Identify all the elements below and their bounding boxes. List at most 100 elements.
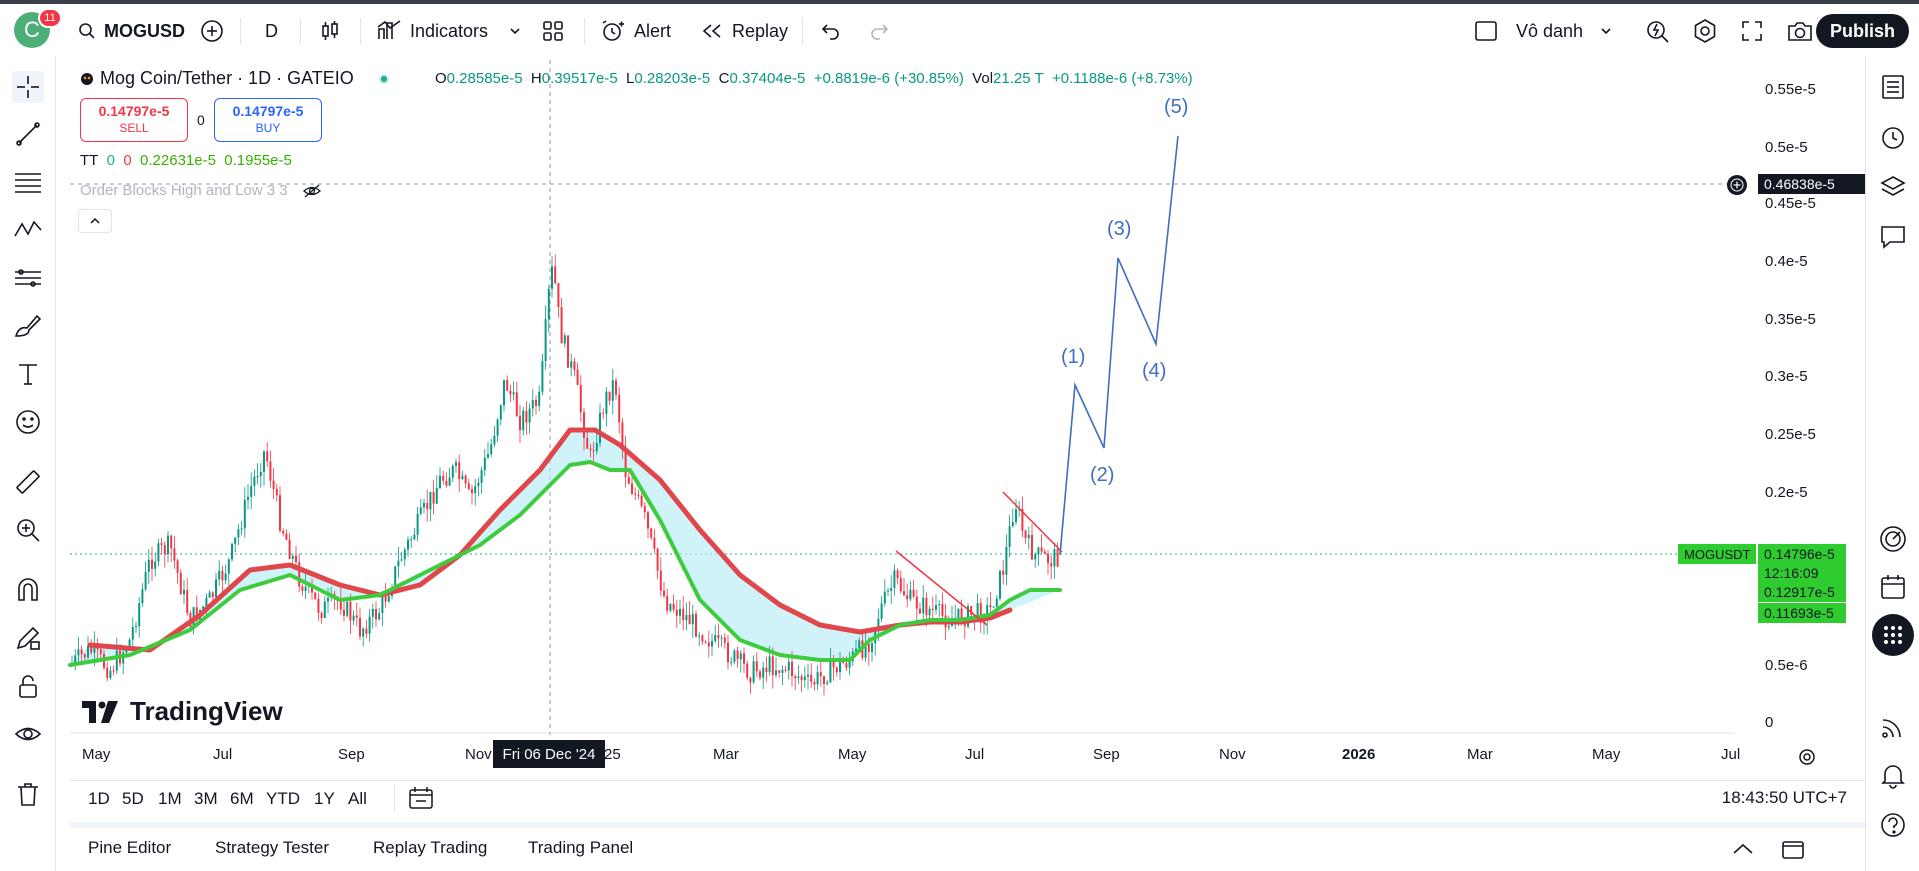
maximize-panel-button[interactable] xyxy=(1781,840,1805,865)
range-button-1d[interactable]: 1D xyxy=(88,789,110,809)
candle-body xyxy=(221,570,224,581)
tradingview-logo-text: TradingView xyxy=(130,696,283,726)
candle-body xyxy=(749,677,752,683)
candle-body xyxy=(1034,554,1037,560)
range-button-all[interactable]: All xyxy=(348,789,367,809)
wave-label: (5) xyxy=(1164,96,1189,118)
candle-body xyxy=(925,597,928,616)
candle-body xyxy=(179,572,182,595)
list-icon xyxy=(1882,75,1904,99)
candle-body xyxy=(675,609,678,616)
candle-body xyxy=(605,391,608,414)
candle-body xyxy=(679,608,681,616)
tab-strategy-tester[interactable]: Strategy Tester xyxy=(215,838,329,858)
chart-settings-button[interactable] xyxy=(1797,747,1817,772)
help-button[interactable] xyxy=(1876,808,1910,842)
alerts-button[interactable] xyxy=(1876,120,1910,154)
candle-body xyxy=(512,392,515,395)
volume-label: Vol xyxy=(972,70,994,87)
chat-button[interactable] xyxy=(1876,220,1910,254)
timezone-clock[interactable]: 18:43:50 UTC+7 xyxy=(1722,788,1847,808)
candle-body xyxy=(576,369,579,385)
remove-drawings-tool[interactable] xyxy=(12,778,44,810)
tab-pine-editor[interactable]: Pine Editor xyxy=(88,838,171,858)
candle-body xyxy=(266,451,269,462)
add-alert-plus-button[interactable] xyxy=(1727,175,1747,195)
candle-body xyxy=(243,499,246,529)
close-label: C xyxy=(718,70,730,87)
buy-button[interactable]: 0.14797e-5 BUY xyxy=(214,98,322,142)
indicator-tt-value-1: 0 xyxy=(106,152,116,169)
candle-body xyxy=(903,591,905,596)
legend-collapse-button[interactable] xyxy=(78,209,112,233)
products-button[interactable] xyxy=(1872,614,1914,656)
range-button-1y[interactable]: 1Y xyxy=(314,789,335,809)
trash-icon xyxy=(18,783,38,806)
candle-body xyxy=(288,539,291,559)
candle-body xyxy=(480,470,483,483)
candle-body xyxy=(471,489,473,494)
chart-legend-title[interactable]: Mog Coin/Tether · 1D · GATEIO xyxy=(80,68,390,89)
candle-body xyxy=(227,559,230,574)
notifications-button[interactable] xyxy=(1876,758,1910,792)
candle-body xyxy=(755,661,758,672)
candle-body xyxy=(314,592,317,600)
candles xyxy=(71,254,1059,696)
candle-body xyxy=(349,601,352,621)
range-button-3m[interactable]: 3M xyxy=(194,789,218,809)
candle-body xyxy=(375,608,377,620)
candle-body xyxy=(730,661,733,663)
go-to-date-button[interactable] xyxy=(408,786,434,815)
candle-body xyxy=(906,595,909,600)
watchlist-button[interactable] xyxy=(1876,70,1910,104)
candle-body xyxy=(928,608,931,616)
candle-body xyxy=(141,589,144,604)
candle-body xyxy=(691,613,694,625)
tab-replay-trading[interactable]: Replay Trading xyxy=(373,838,487,858)
candle-body xyxy=(813,681,816,685)
candle-body xyxy=(256,476,259,478)
candle-body xyxy=(355,615,358,618)
candle-body xyxy=(899,577,902,592)
candle-body xyxy=(378,613,381,620)
time-axis-label: Nov xyxy=(465,746,492,763)
candle-body xyxy=(669,603,672,611)
candle-body xyxy=(215,579,217,598)
indicator-tt-legend[interactable]: TT 0 0 0.22631e-5 0.1955e-5 xyxy=(80,152,292,169)
sell-button[interactable]: 0.14797e-5 SELL xyxy=(80,98,188,142)
candle-body xyxy=(1027,534,1030,538)
technicals-button[interactable] xyxy=(1876,522,1910,556)
candle-body xyxy=(496,419,499,436)
candle-body xyxy=(115,650,118,671)
candle-body xyxy=(778,670,781,673)
range-button-6m[interactable]: 6M xyxy=(230,789,254,809)
crosshair-price: 0.46838e-5 xyxy=(1764,176,1835,192)
data-feed-button[interactable] xyxy=(1876,710,1910,744)
maximize-icon xyxy=(1782,841,1804,859)
tab-trading-panel[interactable]: Trading Panel xyxy=(528,838,633,858)
candle-body xyxy=(531,399,534,409)
object-tree-button[interactable] xyxy=(1876,170,1910,204)
range-button-1m[interactable]: 1M xyxy=(158,789,182,809)
candle-body xyxy=(663,590,665,597)
calendar-button[interactable] xyxy=(1876,570,1910,604)
collapse-panel-button[interactable] xyxy=(1731,840,1755,863)
sell-price: 0.14797e-5 xyxy=(98,103,170,119)
time-axis-label: May xyxy=(1592,746,1621,763)
candle-body xyxy=(682,608,685,621)
candle-body xyxy=(279,495,281,531)
crosshair-price-tag: 0.46838e-5 xyxy=(1758,174,1865,194)
time-axis-label: Jul xyxy=(1721,746,1741,763)
range-button-ytd[interactable]: YTD xyxy=(266,789,300,809)
candle-body xyxy=(170,535,173,549)
candle-body xyxy=(522,410,525,431)
indicator-ob-legend[interactable]: Order Blocks High and Low 3 3 xyxy=(80,182,322,199)
eye-off-icon[interactable] xyxy=(302,184,322,198)
candle-body xyxy=(557,283,560,308)
candle-body xyxy=(458,462,461,480)
candle-body xyxy=(413,534,416,540)
range-button-5d[interactable]: 5D xyxy=(122,789,144,809)
candle-body xyxy=(573,361,576,370)
tradingview-logo[interactable]: TradingView xyxy=(82,696,283,727)
time-axis-label: 25 xyxy=(604,746,621,763)
